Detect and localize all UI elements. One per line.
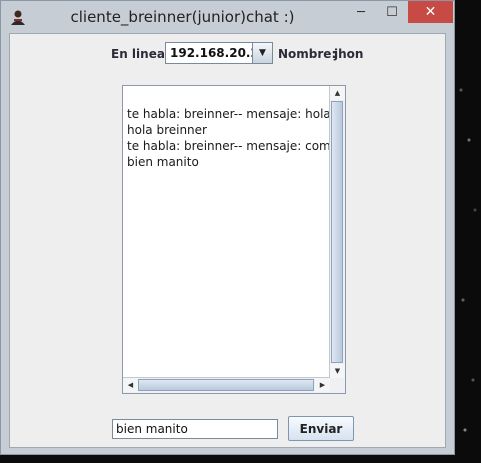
title-bar[interactable]: cliente_breinner(junior)chat :) ─ ☐ ✕ — [1, 1, 454, 33]
message-input[interactable] — [112, 419, 278, 439]
chat-line: te habla: breinner-- mensaje: como estas — [127, 139, 331, 153]
scroll-corner — [330, 378, 345, 393]
vertical-scrollbar[interactable]: ▲ ▼ — [329, 86, 345, 378]
window-title: cliente_breinner(junior)chat :) — [70, 8, 295, 26]
horizontal-scroll-thumb[interactable] — [138, 379, 314, 391]
scroll-left-icon[interactable]: ◀ — [123, 378, 138, 392]
chat-line: hola breinner — [127, 123, 207, 137]
desktop-background — [455, 0, 481, 463]
minimize-button[interactable]: ─ — [346, 1, 376, 23]
chat-messages: te habla: breinner-- mensaje: hola jhon … — [127, 106, 331, 170]
scroll-down-icon[interactable]: ▼ — [330, 364, 345, 378]
chat-window: cliente_breinner(junior)chat :) ─ ☐ ✕ En… — [0, 0, 455, 455]
online-users-dropdown[interactable]: 192.168.20.20 ▼ — [165, 42, 273, 64]
scroll-right-icon[interactable]: ▶ — [315, 378, 330, 392]
chat-line: bien manito — [127, 155, 199, 169]
vertical-scroll-thumb[interactable] — [331, 101, 343, 363]
close-button[interactable]: ✕ — [408, 1, 453, 23]
send-button[interactable]: Enviar — [288, 416, 354, 441]
content-panel: En linea: 192.168.20.20 ▼ Nombre: jhon t… — [9, 33, 446, 448]
chat-line: te habla: breinner-- mensaje: hola jhon — [127, 107, 331, 121]
name-value: jhon — [334, 47, 364, 61]
chat-history[interactable]: te habla: breinner-- mensaje: hola jhon … — [122, 85, 346, 394]
name-label: Nombre: — [278, 47, 337, 61]
online-label: En linea: — [111, 47, 170, 61]
maximize-button[interactable]: ☐ — [377, 1, 407, 23]
chevron-down-icon[interactable]: ▼ — [252, 43, 272, 63]
user-avatar-icon — [9, 9, 27, 25]
horizontal-scrollbar[interactable]: ◀ ▶ — [123, 377, 330, 393]
scroll-up-icon[interactable]: ▲ — [330, 86, 345, 100]
